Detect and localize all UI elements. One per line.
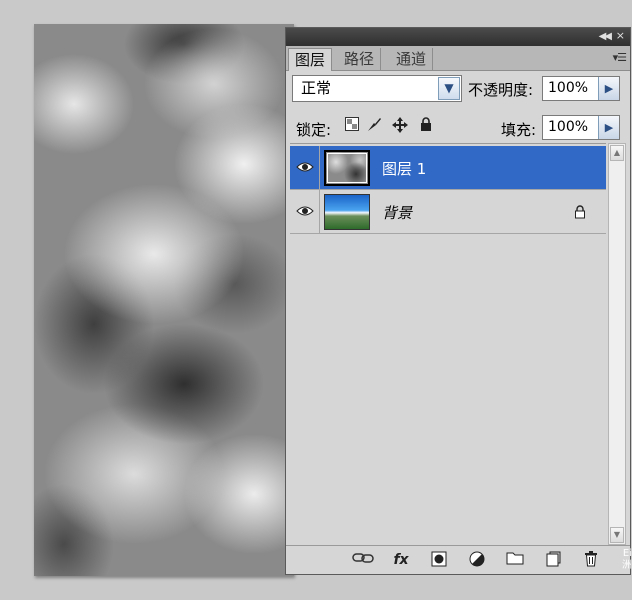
layers-list: 图层 1 背景: [290, 143, 606, 545]
lock-position-icon[interactable]: [392, 117, 408, 135]
lock-image-pixels-icon[interactable]: [366, 117, 382, 135]
panel-tabbar: 图层 路径 通道 ▾☰: [286, 46, 630, 71]
landscape-thumbnail: [324, 194, 370, 230]
fill-value: 100%: [548, 119, 589, 135]
visibility-toggle[interactable]: [290, 190, 320, 234]
tab-paths[interactable]: 路径: [338, 48, 382, 70]
close-panel-icon[interactable]: ×: [616, 30, 625, 42]
layer-row-background[interactable]: 背景: [290, 190, 606, 234]
new-layer-icon[interactable]: [542, 551, 564, 569]
tab-layers[interactable]: 图层: [288, 48, 333, 71]
fx-icon[interactable]: fx: [390, 551, 412, 569]
scroll-down-icon[interactable]: ▼: [610, 527, 624, 543]
eye-icon: [296, 206, 314, 216]
lock-all-icon[interactable]: [418, 117, 434, 135]
panel-menu-icon[interactable]: ▾☰: [613, 51, 627, 64]
lock-label: 锁定:: [296, 121, 332, 139]
lock-icon: [575, 205, 585, 219]
opacity-label: 不透明度:: [468, 81, 534, 99]
lock-transparent-pixels-icon[interactable]: [344, 117, 360, 135]
layer-name[interactable]: 背景: [382, 202, 412, 223]
layers-panel: ◀◀ × 图层 路径 通道 ▾☰ 正常 ▼ 不透明度: 100% ▶ 锁定: 填…: [285, 27, 631, 575]
layer-row-layer-1[interactable]: 图层 1: [290, 146, 606, 190]
add-mask-icon[interactable]: [428, 551, 450, 569]
opacity-value: 100%: [548, 80, 589, 96]
blend-mode-select[interactable]: 正常 ▼: [292, 75, 462, 102]
collapse-panel-icon[interactable]: ◀◀: [599, 31, 612, 43]
layers-scrollbar[interactable]: ▲ ▼: [608, 143, 626, 545]
blend-mode-value: 正常: [301, 79, 332, 97]
layers-bottom-toolbar: fx: [286, 545, 630, 574]
link-layers-icon[interactable]: [352, 551, 374, 569]
clouds-thumbnail: [324, 150, 370, 186]
layer-name[interactable]: 图层 1: [382, 158, 426, 179]
fill-label: 填充:: [501, 121, 537, 139]
fill-field[interactable]: 100% ▶: [542, 115, 620, 140]
document-canvas[interactable]: [34, 24, 294, 576]
panel-titlebar: ◀◀ ×: [286, 28, 630, 46]
opacity-field[interactable]: 100% ▶: [542, 76, 620, 101]
eye-icon: [296, 162, 314, 172]
adjustment-layer-icon[interactable]: [466, 551, 488, 569]
chevron-down-icon[interactable]: ▼: [438, 77, 460, 100]
fill-slider-arrow-icon[interactable]: ▶: [598, 116, 619, 139]
opacity-slider-arrow-icon[interactable]: ▶: [598, 77, 619, 100]
edge-watermark-text: Ei 洲: [622, 548, 632, 571]
trash-icon[interactable]: [580, 551, 602, 569]
tab-channels[interactable]: 通道: [390, 48, 434, 70]
scroll-up-icon[interactable]: ▲: [610, 145, 624, 161]
new-group-icon[interactable]: [504, 551, 526, 569]
visibility-toggle[interactable]: [290, 146, 320, 190]
